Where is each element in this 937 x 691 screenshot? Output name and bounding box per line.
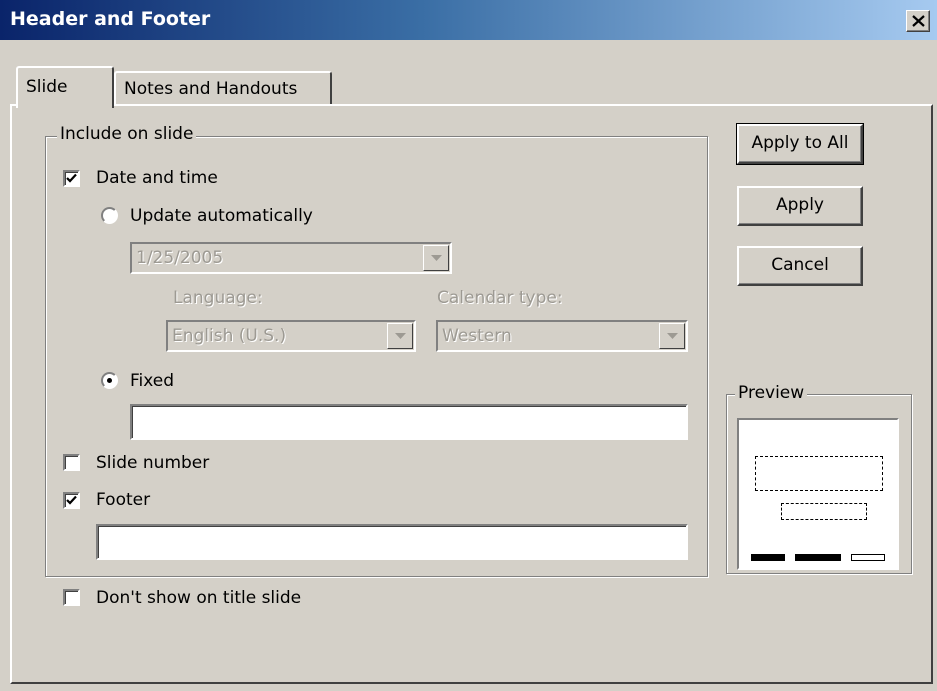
- close-icon: [912, 15, 925, 27]
- tab-slide-label: Slide: [26, 77, 68, 97]
- window-title: Header and Footer: [10, 8, 211, 30]
- close-button[interactable]: [906, 10, 930, 32]
- tab-slide[interactable]: Slide: [16, 66, 114, 108]
- tab-notes-and-handouts[interactable]: Notes and Handouts: [114, 71, 332, 106]
- title-bar: Header and Footer: [0, 0, 937, 40]
- tab-notes-label: Notes and Handouts: [124, 79, 298, 99]
- tab-panel: [10, 104, 933, 684]
